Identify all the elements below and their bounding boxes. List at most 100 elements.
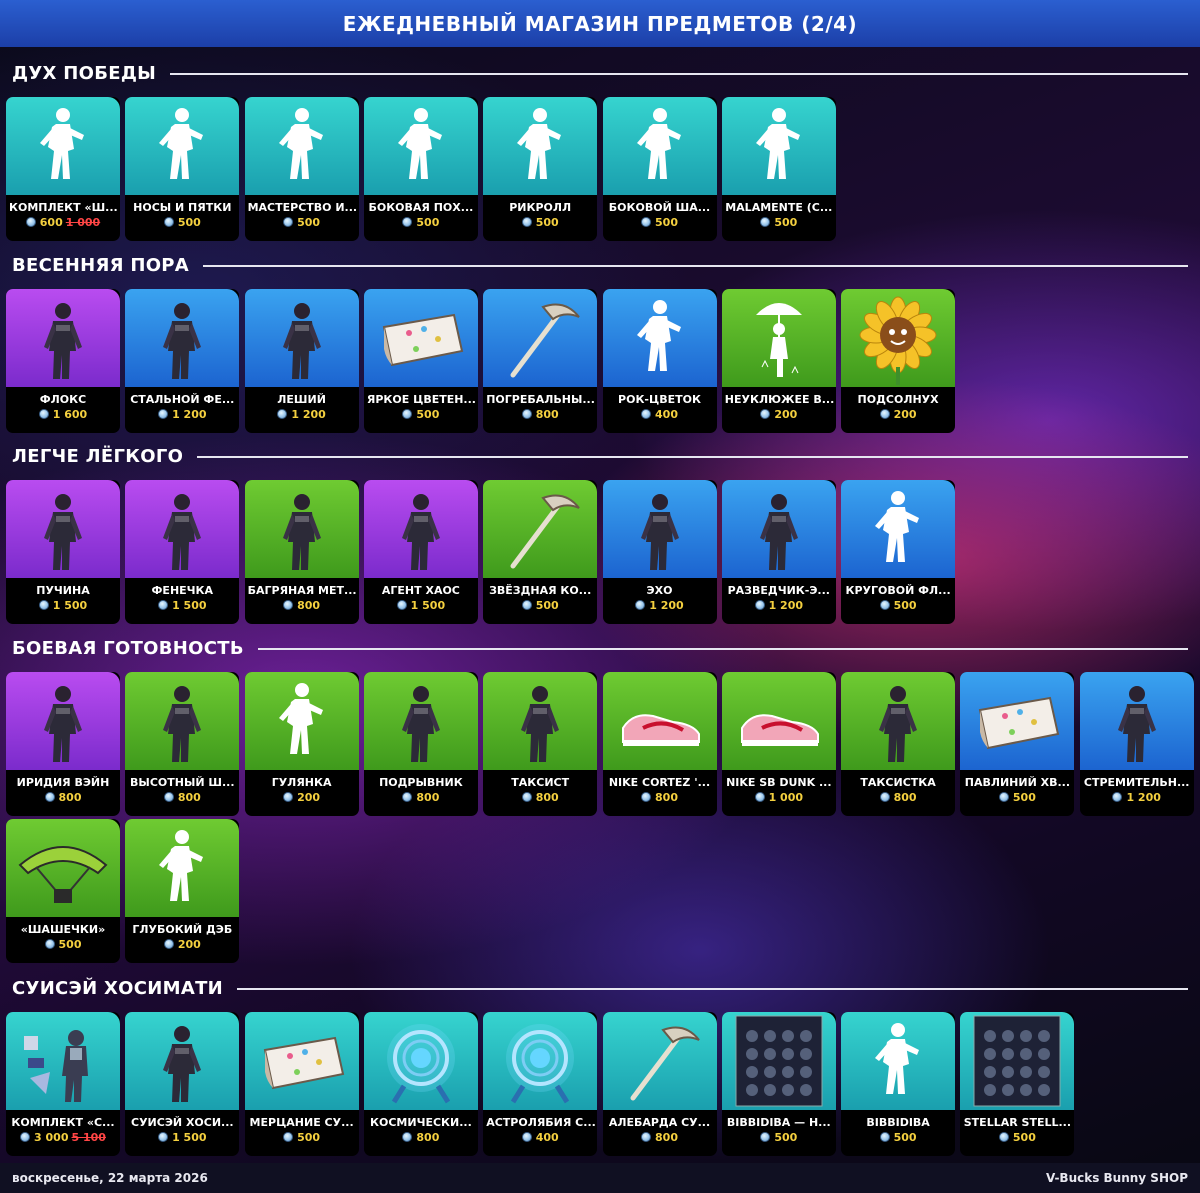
- shop-item-card[interactable]: РИКРОЛЛ 500: [483, 97, 598, 241]
- shop-item-card[interactable]: КОСМИЧЕСКИ... 800: [363, 1012, 478, 1156]
- price-value: 1 200: [291, 408, 326, 421]
- vbucks-coin-icon: [163, 217, 174, 227]
- shop-item-card[interactable]: ПОДРЫВНИК 800: [363, 672, 478, 816]
- item-price: 1 200: [245, 408, 359, 421]
- shop-item-card[interactable]: ФЛОКС 1 600: [6, 289, 120, 433]
- shop-item-card[interactable]: STELLAR STELL... 500: [960, 1012, 1075, 1156]
- item-name: ГЛУБОКИЙ ДЭБ: [132, 923, 233, 936]
- shop-item-card[interactable]: РАЗВЕДЧИК-Э... 1 200: [721, 480, 836, 624]
- shop-item-card[interactable]: ЯРКОЕ ЦВЕТЕН... 500: [363, 289, 478, 433]
- item-price: 800: [125, 791, 239, 804]
- item-name: NIKE SB DUNK ...: [726, 776, 832, 789]
- item-artwork: [244, 1012, 359, 1110]
- shop-item-card[interactable]: СТАЛЬНОЙ ФЕ... 1 200: [125, 289, 240, 433]
- item-price: 800: [603, 791, 717, 804]
- shop-item-card[interactable]: ТАКСИСТ 800: [483, 672, 598, 816]
- shop-item-card[interactable]: ФЕНЕЧКА 1 500: [125, 480, 240, 624]
- emote-dancer-silhouette-icon: [517, 108, 562, 179]
- item-artwork: [721, 672, 836, 770]
- footer: воскресенье, 22 марта 2026 V-Bucks Bunny…: [0, 1163, 1200, 1193]
- vbucks-coin-icon: [998, 1132, 1009, 1142]
- item-price: 1 200: [722, 599, 836, 612]
- item-price: 1 500: [125, 1131, 239, 1144]
- shop-item-card[interactable]: ПОГРЕБАЛЬНЫ... 800: [483, 289, 598, 433]
- shop-item-card[interactable]: АГЕНТ ХАОС 1 500: [363, 480, 478, 624]
- item-price: 1 600: [6, 408, 120, 421]
- shop-item-card[interactable]: MALAMENTE (С... 500: [721, 97, 836, 241]
- item-artwork: [483, 672, 598, 770]
- shop-item-card[interactable]: АСТРОЛЯБИЯ С... 400: [483, 1012, 598, 1156]
- shop-item-card[interactable]: ГЛУБОКИЙ ДЭБ 200: [125, 819, 240, 963]
- price-value: 1 200: [172, 408, 207, 421]
- shop-item-card[interactable]: БОКОВОЙ ША... 500: [602, 97, 717, 241]
- shop-item-card[interactable]: НОСЫ И ПЯТКИ 500: [125, 97, 240, 241]
- section-title: БОЕВАЯ ГОТОВНОСТЬ: [12, 637, 244, 659]
- shop-item-card[interactable]: БАГРЯНАЯ МЕТ... 800: [244, 480, 359, 624]
- item-artwork: [483, 289, 598, 387]
- section-title: СУИСЭЙ ХОСИМАТИ: [12, 977, 224, 999]
- shop-item-card[interactable]: ИРИДИЯ ВЭЙН 800: [6, 672, 120, 816]
- vbucks-coin-icon: [879, 600, 890, 610]
- shop-item-card[interactable]: ЗВЁЗДНАЯ КО... 500: [483, 480, 598, 624]
- item-artwork: [363, 97, 478, 195]
- shop-item-card[interactable]: РОК-ЦВЕТОК 400: [602, 289, 717, 433]
- price-value: 800: [416, 791, 440, 804]
- outfit-character-icon: [282, 303, 321, 379]
- shop-item-card[interactable]: МЕРЦАНИЕ СУ... 500: [244, 1012, 359, 1156]
- shop-item-card[interactable]: ТАКСИСТКА 800: [841, 672, 956, 816]
- item-price: 1 000: [722, 791, 836, 804]
- shop-item-card[interactable]: НЕУКЛЮЖЕЕ В... 200: [721, 289, 836, 433]
- item-artwork: [363, 480, 478, 578]
- album-cover-icon: [973, 1015, 1061, 1107]
- shop-item-card[interactable]: NIKE SB DUNK ... 1 000: [721, 672, 836, 816]
- price-value: 500: [774, 1131, 798, 1144]
- shop-item-card[interactable]: КОМПЛЕКТ «Ш... 600 1 000: [6, 97, 120, 241]
- vbucks-coin-icon: [641, 1132, 652, 1142]
- shop-item-card[interactable]: БОКОВАЯ ПОХ... 500: [363, 97, 478, 241]
- shop-item-card[interactable]: СТРЕМИТЕЛЬН... 1 200: [1079, 672, 1194, 816]
- shop-item-card[interactable]: BIBBIDIBA — Н... 500: [721, 1012, 836, 1156]
- emote-dancer-silhouette-icon: [278, 108, 323, 179]
- shop-item-card[interactable]: ПОДСОЛНУХ 200: [841, 289, 956, 433]
- item-artwork: [721, 1012, 836, 1110]
- shop-item-card[interactable]: ПАВЛИНИЙ ХВ... 500: [960, 672, 1075, 816]
- vbucks-coin-icon: [158, 409, 169, 419]
- emote-dancer-silhouette-icon: [755, 108, 800, 179]
- shop-item-card[interactable]: BIBBIDIBA 500: [841, 1012, 956, 1156]
- emote-dancer-silhouette-icon: [159, 108, 204, 179]
- emote-dancer-silhouette-icon: [397, 108, 442, 179]
- shop-item-card[interactable]: ЛЕШИЙ 1 200: [244, 289, 359, 433]
- shop-item-card[interactable]: ВЫСОТНЫЙ Ш... 800: [125, 672, 240, 816]
- shop-item-card[interactable]: ПУЧИНА 1 500: [6, 480, 120, 624]
- section-header: ДУХ ПОБЕДЫ: [12, 60, 156, 86]
- shop-item-card[interactable]: «ШАШЕЧКИ» 500: [6, 819, 120, 963]
- item-name: СТАЛЬНОЙ ФЕ...: [130, 393, 235, 406]
- item-artwork: [363, 1012, 478, 1110]
- item-name: ВЫСОТНЫЙ Ш...: [130, 776, 235, 789]
- shop-item-card[interactable]: МАСТЕРСТВО И... 500: [244, 97, 359, 241]
- vbucks-coin-icon: [635, 600, 646, 610]
- item-price: 200: [125, 938, 239, 951]
- item-name: РАЗВЕДЧИК-Э...: [727, 584, 830, 597]
- price-value: 400: [535, 1131, 559, 1144]
- shop-item-card[interactable]: АЛЕБАРДА СУ... 800: [602, 1012, 717, 1156]
- item-price: 800: [364, 791, 478, 804]
- vbucks-coin-icon: [641, 409, 652, 419]
- shop-item-card[interactable]: NIKE CORTEZ '... 800: [602, 672, 717, 816]
- item-artwork: [483, 480, 598, 578]
- item-artwork: [125, 97, 240, 195]
- shop-item-card[interactable]: ЭХО 1 200: [602, 480, 717, 624]
- shop-item-card[interactable]: ГУЛЯНКА 200: [244, 672, 359, 816]
- vbucks-coin-icon: [1112, 792, 1123, 802]
- vbucks-coin-icon: [521, 600, 532, 610]
- price-value: 500: [297, 1131, 321, 1144]
- item-artwork: [841, 1012, 956, 1110]
- outfit-character-icon: [163, 494, 202, 570]
- shop-item-card[interactable]: КРУГОВОЙ ФЛ... 500: [841, 480, 956, 624]
- item-price: 500: [6, 938, 120, 951]
- shop-item-card[interactable]: СУИСЭЙ ХОСИ... 1 500: [125, 1012, 240, 1156]
- wrap-icon: [263, 1036, 344, 1090]
- price-value: 800: [416, 1131, 440, 1144]
- shop-item-card[interactable]: КОМПЛЕКТ «С... 3 000 5 100: [6, 1012, 120, 1156]
- item-name: ИРИДИЯ ВЭЙН: [16, 776, 110, 789]
